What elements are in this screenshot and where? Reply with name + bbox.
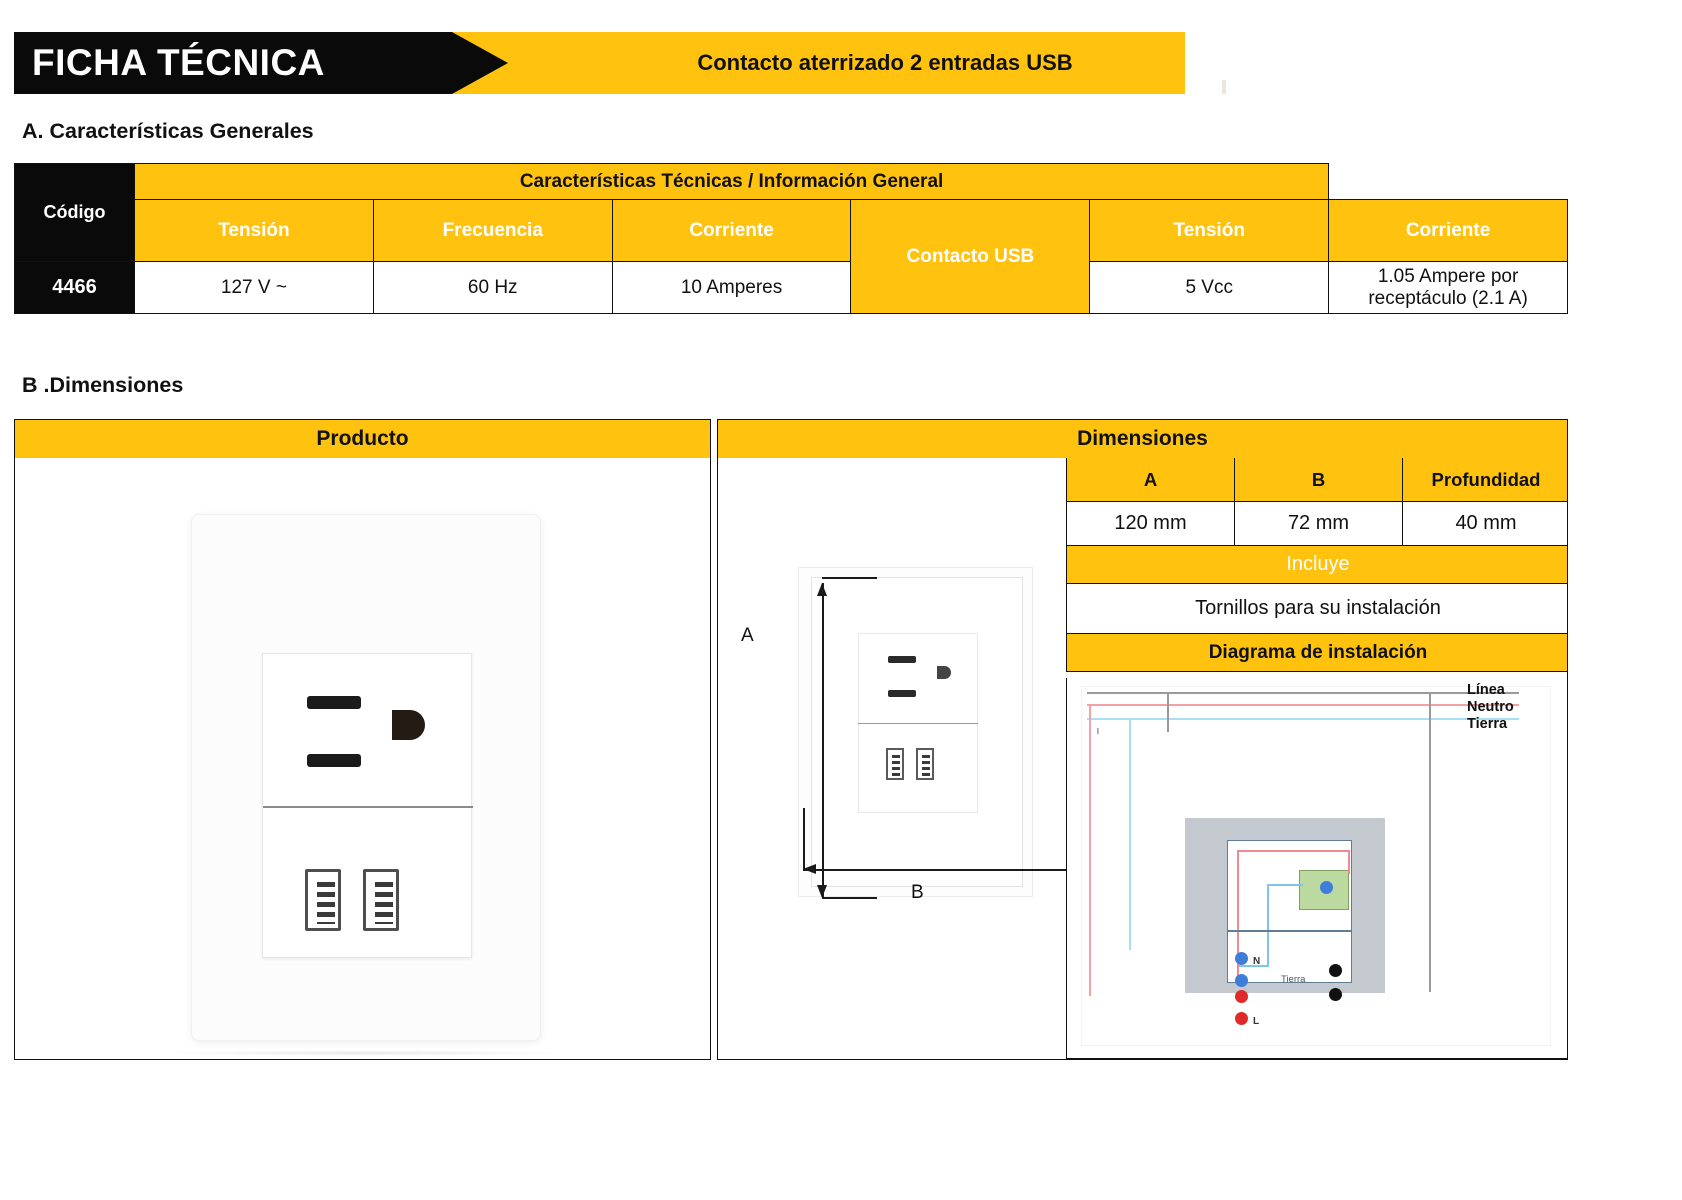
- table-row: 4466 127 V ~ 60 Hz 10 Amperes 5 Vcc 1.05…: [14, 261, 1568, 314]
- table-row: Diagrama de instalación: [1066, 633, 1567, 672]
- wiring-left-mark: l: [1097, 726, 1099, 736]
- page-header: FICHA TÉCNICA Contacto aterrizado 2 entr…: [0, 32, 1682, 94]
- terminal-label-l: L: [1253, 1016, 1260, 1027]
- dim-b-label: B: [911, 882, 924, 903]
- dim-b-tick-left: [803, 808, 805, 870]
- header-watermark: [1222, 80, 1226, 94]
- product-photo-panel: [14, 458, 711, 1060]
- internal-blue-top: [1267, 884, 1303, 886]
- product-name: Contacto aterrizado 2 entradas USB: [697, 50, 1073, 75]
- col-header-tension-usb: Tensión: [1089, 199, 1330, 262]
- wiring-diagram: Línea Neutro Tierra l N L Tierra: [1066, 678, 1567, 1059]
- dim-value-a: 120 mm: [1066, 501, 1235, 546]
- wiring-label-neutro: Neutro: [1467, 699, 1514, 715]
- group-header: Características Técnicas / Información G…: [133, 163, 1330, 200]
- internal-red-top: [1237, 850, 1349, 852]
- terminal-label-n: N: [1253, 956, 1261, 967]
- code-value: 4466: [14, 261, 135, 314]
- section-b-title: B .Dimensiones: [22, 373, 184, 397]
- module-divider: [263, 806, 473, 808]
- dimensions-panel: A B A B Profundidad 120 mm 72 mm 40 mm I…: [717, 458, 1568, 1060]
- dim-col-a: A: [1066, 458, 1235, 502]
- terminal-ground-1: [1329, 964, 1342, 977]
- dim-value-b: 72 mm: [1234, 501, 1403, 546]
- drawing-slot-neutral: [888, 656, 916, 663]
- terminal-usb-module: [1320, 881, 1333, 894]
- incluye-header: Incluye: [1066, 545, 1567, 584]
- drop-line-red: [1089, 704, 1091, 996]
- dim-a-tick-bottom: [822, 897, 877, 899]
- value-tension-usb: 5 Vcc: [1089, 261, 1330, 314]
- drawing-slot-line: [888, 690, 916, 697]
- internal-gray-split: [1227, 930, 1352, 932]
- supply-line-line: [1087, 704, 1519, 706]
- value-corriente-usb: 1.05 Ampere por receptáculo (2.1 A): [1328, 261, 1568, 314]
- supply-line-neutral: [1087, 718, 1519, 720]
- col-header-tension-ac: Tensión: [134, 199, 374, 262]
- table-row: 120 mm 72 mm 40 mm: [1066, 501, 1567, 546]
- drawing-module-divider: [858, 723, 978, 724]
- drop-line-blue: [1129, 718, 1131, 950]
- section-a-title: A. Características Generales: [22, 119, 314, 143]
- dim-a-arrow-icon: [818, 583, 826, 898]
- internal-blue-v: [1267, 884, 1269, 966]
- value-tension-ac: 127 V ~: [134, 261, 374, 314]
- col-header-frecuencia: Frecuencia: [372, 199, 613, 262]
- wiring-label-linea: Línea: [1467, 682, 1505, 698]
- terminal-line-1: [1235, 1012, 1248, 1025]
- product-faceplate: [191, 514, 541, 1041]
- dim-col-b: B: [1234, 458, 1403, 502]
- code-header: Código: [14, 163, 135, 262]
- dimensions-block: Producto Dimensiones A B A B Profundidad…: [14, 419, 1568, 1060]
- terminal-ground-2: [1329, 988, 1342, 1001]
- table-row: Código Características Técnicas / Inform…: [14, 163, 1568, 262]
- dim-a-label: A: [741, 625, 754, 646]
- specs-table: Código Características Técnicas / Inform…: [14, 163, 1568, 314]
- drop-line-gray-left: [1167, 692, 1169, 732]
- dim-col-profundidad: Profundidad: [1402, 458, 1567, 502]
- terminal-neutral-1: [1235, 952, 1248, 965]
- wiring-label-tierra: Tierra: [1467, 716, 1508, 732]
- page-title: FICHA TÉCNICA: [32, 42, 325, 83]
- producto-header: Producto: [14, 419, 711, 459]
- diagrama-header: Diagrama de instalación: [1066, 633, 1567, 672]
- table-row: Incluye: [1066, 545, 1567, 584]
- dimensiones-header: Dimensiones: [717, 419, 1568, 459]
- dimension-values-table: A B Profundidad 120 mm 72 mm 40 mm Inclu…: [1066, 458, 1567, 672]
- table-row: Tornillos para su instalación: [1066, 583, 1567, 634]
- table-row: A B Profundidad: [1066, 458, 1567, 502]
- drawing-usb-port-1-icon: [886, 748, 904, 780]
- col-header-corriente-usb: Corriente: [1328, 199, 1568, 262]
- drawing-usb-port-2-icon: [916, 748, 934, 780]
- dim-value-profundidad: 40 mm: [1402, 501, 1567, 546]
- table-row: Tensión Frecuencia Corriente Contacto US…: [15, 199, 1568, 314]
- value-frecuencia: 60 Hz: [372, 261, 613, 314]
- outlet-slot-line: [307, 754, 361, 767]
- outlet-ground-pin-icon: [392, 710, 425, 740]
- terminal-label-tierra: Tierra: [1281, 974, 1306, 985]
- terminal-line-2: [1235, 990, 1248, 1003]
- col-header-corriente-ac: Corriente: [611, 199, 852, 262]
- dim-a-tick-top: [822, 577, 877, 579]
- usb-port-1-icon: [305, 869, 341, 931]
- terminal-neutral-2: [1235, 974, 1248, 987]
- photo-shadow: [155, 1050, 575, 1056]
- supply-line-ground: [1087, 692, 1519, 694]
- value-corriente-ac: 10 Amperes: [611, 261, 852, 314]
- drop-line-gray-right: [1429, 692, 1431, 992]
- outlet-slot-neutral: [307, 696, 361, 709]
- internal-red-right: [1348, 850, 1350, 874]
- incluye-value: Tornillos para su instalación: [1066, 583, 1567, 634]
- drawing-ground-pin-icon: [937, 666, 951, 679]
- header-arrow-icon: [452, 32, 508, 94]
- usb-port-2-icon: [363, 869, 399, 931]
- usb-group-label: Contacto USB: [850, 199, 1091, 314]
- product-module: [262, 653, 473, 958]
